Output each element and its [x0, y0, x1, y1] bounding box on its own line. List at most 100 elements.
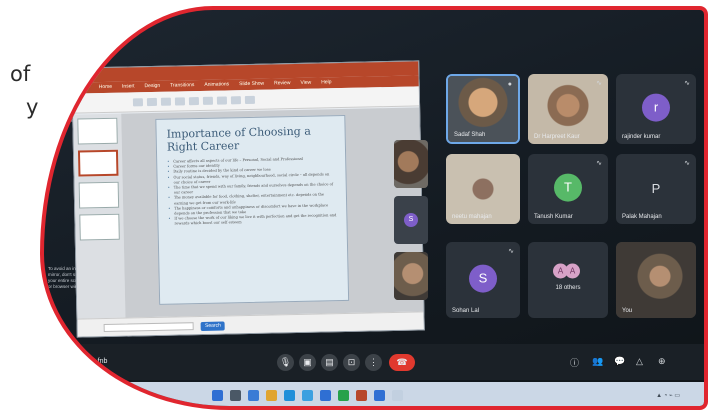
meet-control-bar: m-dbav-fnb 🎙 ▣ ▤ ⊡ ⋮ ☎ ⓘ 👥 💬 △ ⊕	[44, 344, 704, 380]
participant-name: Palak Mahajan	[622, 214, 662, 220]
settings-icon[interactable]	[392, 390, 403, 401]
align-icon[interactable]	[188, 96, 200, 105]
participant-tile[interactable]: T ∿ Tanush Kumar	[528, 154, 608, 224]
avatar: S	[469, 264, 497, 293]
people-icon[interactable]: 👥	[592, 356, 603, 367]
chat-icon[interactable]: 💬	[614, 356, 625, 367]
shared-powerpoint-window: File Home Insert Design Transitions Anim…	[71, 60, 425, 338]
others-tile[interactable]: A A 18 others	[528, 242, 608, 318]
bold-icon[interactable]	[160, 97, 172, 106]
participant-name: rajinder kumar	[622, 134, 661, 140]
ppt-tab-animations[interactable]: Animations	[204, 79, 229, 91]
slide-bullet-list: Career affects all aspects of our life –…	[167, 156, 336, 227]
store-icon[interactable]	[302, 390, 313, 401]
participant-name: Sohan Lal	[452, 308, 480, 314]
fragment-text-y: y	[26, 95, 39, 119]
participant-name: Tanush Kumar	[534, 214, 573, 220]
mic-off-icon: ∿	[684, 160, 690, 167]
participant-thumb[interactable]: S	[394, 196, 428, 244]
avatar-s: S	[404, 213, 418, 227]
participant-tile[interactable]: r ∿ rajinder kumar	[616, 74, 696, 144]
slide-bullet: If we choose the work of our liking we l…	[168, 213, 336, 227]
captions-icon[interactable]: ▤	[321, 354, 338, 371]
fragment-text-of: of	[10, 62, 31, 86]
slide-thumbnail-active[interactable]	[77, 149, 119, 177]
mic-off-icon: ∿	[684, 80, 690, 87]
meeting-photo: You're presenting To avoid an infinity m…	[40, 6, 708, 410]
page: of y ging You're presenting To avoid an …	[0, 0, 713, 413]
word-icon[interactable]	[374, 390, 385, 401]
participant-tile[interactable]: ● Sadaf Shah	[446, 74, 520, 144]
participant-name: Sadaf Shah	[454, 132, 486, 138]
ppt-body: Importance of Choosing a Right Career Ca…	[73, 107, 424, 319]
ppt-tab-review[interactable]: Review	[274, 78, 291, 89]
participant-tile[interactable]: S ∿ Sohan Lal	[446, 242, 520, 318]
arrange-icon[interactable]	[230, 95, 242, 104]
avatar: A	[565, 263, 580, 279]
font-icon[interactable]	[146, 97, 158, 106]
participant-name: Dr Harpreet Kaur	[534, 134, 580, 140]
powerpoint-icon[interactable]	[356, 390, 367, 401]
camera-icon[interactable]: ▣	[299, 354, 316, 371]
search-button[interactable]: Search	[200, 321, 225, 332]
participant-tile[interactable]: P ∿ Palak Mahajan	[616, 154, 696, 224]
activities-icon[interactable]: △	[636, 356, 643, 367]
ppt-tab-insert[interactable]: Insert	[122, 81, 135, 92]
slide-title: Importance of Choosing a Right Career	[166, 124, 311, 154]
mic-off-icon: ∿	[596, 160, 602, 167]
mic-off-icon: ∿	[508, 248, 514, 255]
edge-icon[interactable]	[284, 390, 295, 401]
more-options-icon[interactable]: ⋮	[365, 354, 382, 371]
taskbar: ▲ ◔ ⌁ ▭	[44, 382, 704, 406]
slide-canvas: Importance of Choosing a Right Career Ca…	[121, 107, 424, 318]
slide-thumbnail[interactable]	[78, 181, 120, 209]
host-controls-icon[interactable]: ⊕	[658, 356, 666, 367]
search-icon[interactable]	[230, 390, 241, 401]
end-call-button[interactable]: ☎	[389, 354, 415, 371]
participant-name: neetu mahajan	[452, 214, 492, 220]
ppt-tab-file[interactable]: File	[81, 82, 89, 93]
others-count: 18 others	[555, 284, 581, 291]
slide-thumbnails	[73, 113, 126, 319]
others-avatars: A A	[553, 263, 580, 279]
slide-thumbnail[interactable]	[77, 117, 118, 145]
ppt-tab-home[interactable]: Home	[99, 82, 113, 93]
chrome-icon[interactable]	[338, 390, 349, 401]
mic-icon: ●	[507, 81, 512, 88]
avatar: T	[554, 173, 582, 202]
slide-thumbnail[interactable]	[79, 213, 120, 241]
participant-thumb[interactable]	[394, 140, 428, 188]
avatar-letter: P	[651, 180, 661, 196]
mic-icon[interactable]: 🎙	[277, 354, 294, 371]
current-slide[interactable]: Importance of Choosing a Right Career Ca…	[155, 114, 350, 305]
self-video	[616, 242, 696, 318]
shapes-icon[interactable]	[216, 95, 228, 105]
participant-tile[interactable]: neetu mahajan	[446, 154, 520, 224]
search-field[interactable]	[103, 321, 194, 332]
info-icon[interactable]: ⓘ	[570, 356, 579, 369]
mic-icon: ∿	[596, 80, 602, 87]
bullets-icon[interactable]	[202, 96, 214, 105]
participant-tile[interactable]: ∿ Dr Harpreet Kaur	[528, 74, 608, 144]
meeting-code: m-dbav-fnb	[72, 358, 108, 365]
ppt-tab-slideshow[interactable]: Slide Show	[239, 79, 264, 91]
paste-icon[interactable]	[132, 97, 144, 106]
present-icon[interactable]: ⊡	[343, 354, 360, 371]
ppt-tab-help[interactable]: Help	[321, 77, 332, 88]
system-tray[interactable]: ▲ ◔ ⌁ ▭	[656, 392, 680, 399]
self-tile[interactable]: You	[616, 242, 696, 318]
participant-name: You	[622, 308, 633, 314]
find-icon[interactable]	[244, 95, 255, 104]
start-icon[interactable]	[212, 390, 223, 401]
ppt-tab-transitions[interactable]: Transitions	[170, 80, 195, 92]
participant-video	[394, 252, 428, 300]
avatar: r	[642, 93, 670, 122]
participant-thumb[interactable]	[394, 252, 428, 300]
ppt-tab-design[interactable]: Design	[144, 81, 160, 92]
explorer-icon[interactable]	[266, 390, 277, 401]
taskview-icon[interactable]	[248, 390, 259, 401]
italic-icon[interactable]	[174, 96, 186, 106]
participant-video	[394, 140, 428, 188]
mail-icon[interactable]	[320, 390, 331, 401]
ppt-tab-view[interactable]: View	[300, 78, 311, 89]
